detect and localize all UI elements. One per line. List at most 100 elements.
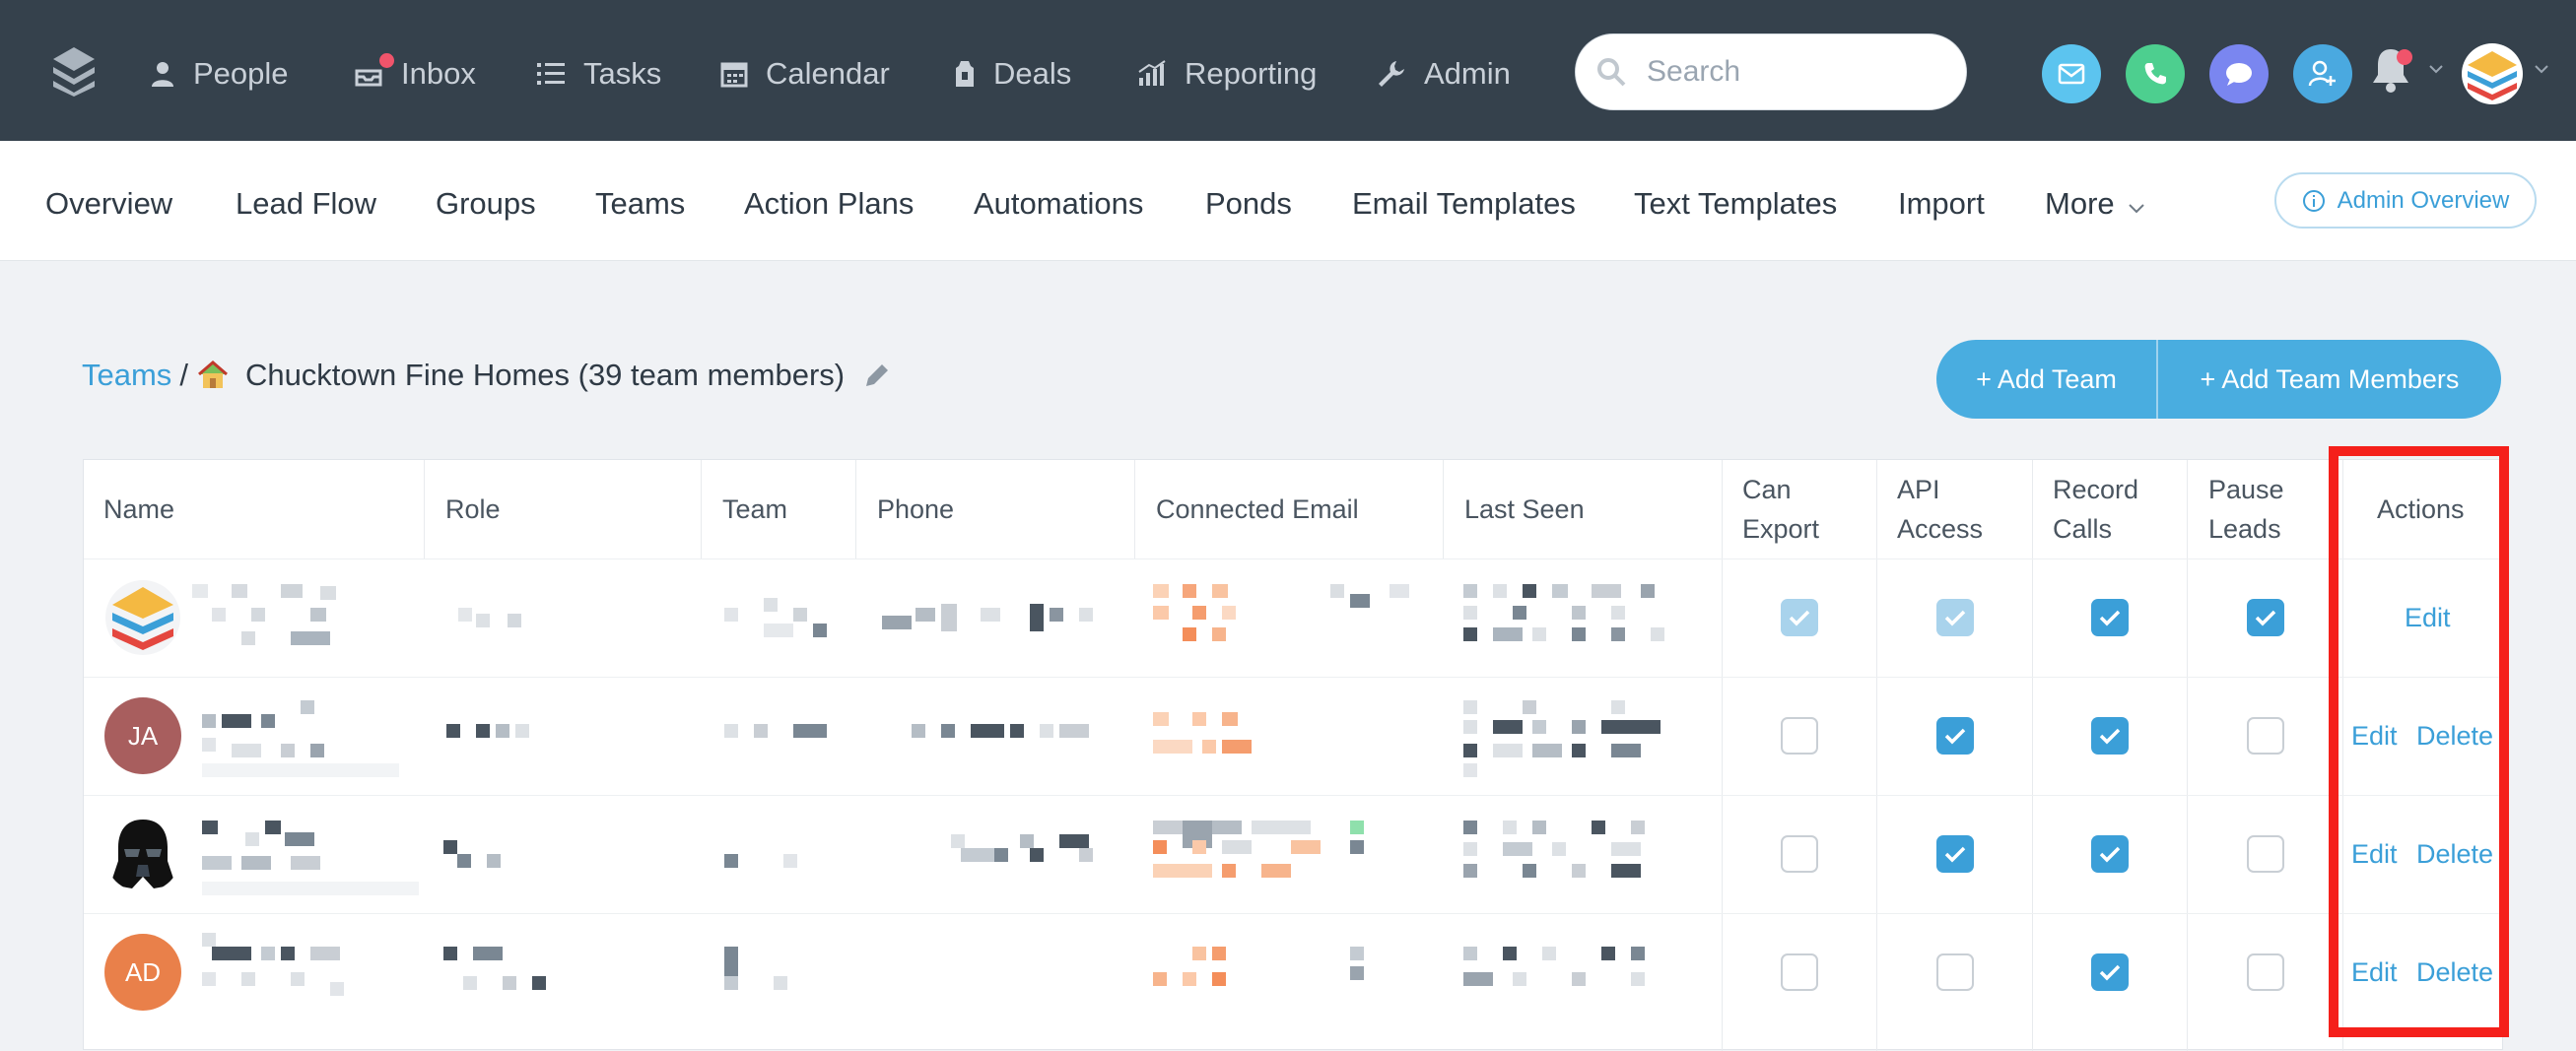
divider: [1134, 460, 1135, 558]
admin-overview-button[interactable]: Admin Overview: [2274, 172, 2537, 229]
nav-tasks[interactable]: Tasks: [536, 49, 661, 99]
edit-link[interactable]: Edit: [2351, 839, 2398, 870]
redacted-role: [446, 724, 529, 738]
delete-link[interactable]: Delete: [2416, 839, 2493, 870]
record-calls-checkbox[interactable]: [2091, 599, 2129, 636]
nav-reporting[interactable]: Reporting: [1137, 49, 1317, 99]
nav-people[interactable]: People: [150, 49, 289, 99]
subnav-text-templates[interactable]: Text Templates: [1634, 186, 1837, 222]
notifications-button[interactable]: [2369, 45, 2412, 99]
divider: [2187, 460, 2188, 1051]
app-logo-icon[interactable]: [51, 45, 97, 97]
record-calls-checkbox[interactable]: [2091, 953, 2129, 991]
phone-icon: [2144, 63, 2166, 85]
column-header-phone[interactable]: Phone: [877, 460, 954, 558]
subnav-automations[interactable]: Automations: [974, 186, 1143, 222]
redacted-email: [1153, 584, 1409, 641]
nav-inbox-label: Inbox: [401, 56, 476, 91]
divider: [424, 460, 425, 558]
edit-link[interactable]: Edit: [2351, 957, 2398, 988]
record-calls-checkbox[interactable]: [2091, 835, 2129, 873]
nav-inbox[interactable]: Inbox: [354, 49, 476, 99]
subnav-overview[interactable]: Overview: [45, 186, 172, 222]
can-export-checkbox[interactable]: [1781, 717, 1818, 755]
avatar: [104, 816, 181, 892]
chat-bubble-icon: [2226, 63, 2252, 86]
api-access-checkbox[interactable]: [1936, 953, 1974, 991]
column-header-team[interactable]: Team: [722, 460, 787, 558]
pause-leads-checkbox[interactable]: [2247, 953, 2284, 991]
pause-leads-checkbox[interactable]: [2247, 717, 2284, 755]
checkmark-icon: [1944, 610, 1966, 626]
envelope-icon: [2058, 63, 2085, 85]
redacted-role: [443, 947, 546, 990]
chevron-down-icon: [2129, 204, 2144, 214]
pause-leads-checkbox[interactable]: [2247, 599, 2284, 636]
api-access-checkbox[interactable]: [1936, 835, 1974, 873]
nav-people-label: People: [193, 56, 289, 91]
subnav-more[interactable]: More: [2045, 186, 2144, 222]
subnav-ponds[interactable]: Ponds: [1205, 186, 1292, 222]
chevron-down-icon[interactable]: [2429, 65, 2443, 75]
redacted-team: [724, 854, 797, 868]
column-header-connected-email[interactable]: Connected Email: [1156, 460, 1359, 558]
api-access-checkbox[interactable]: [1936, 717, 1974, 755]
breadcrumb-teams-link[interactable]: Teams: [82, 358, 171, 393]
team-action-buttons: + Add Team + Add Team Members: [1936, 340, 2501, 419]
column-header-api-access[interactable]: API Access: [1897, 460, 1983, 558]
redacted-email: [1153, 821, 1364, 878]
chevron-down-icon[interactable]: [2535, 65, 2548, 75]
admin-overview-label: Admin Overview: [2337, 186, 2510, 214]
text-message-button[interactable]: [2209, 44, 2269, 103]
pencil-edit-icon[interactable]: [862, 361, 892, 390]
nav-admin[interactable]: Admin: [1377, 49, 1511, 99]
person-icon: [152, 62, 173, 87]
redacted-email: [1153, 712, 1252, 754]
subnav-teams[interactable]: Teams: [595, 186, 685, 222]
nav-deals[interactable]: Deals: [954, 49, 1071, 99]
header-line: Calls: [2053, 514, 2113, 544]
redacted-team: [724, 947, 787, 990]
delete-link[interactable]: Delete: [2416, 957, 2493, 988]
column-header-role[interactable]: Role: [445, 460, 501, 558]
redacted-team: [724, 724, 827, 738]
column-header-pause-leads[interactable]: Pause Leads: [2208, 460, 2284, 558]
add-person-button[interactable]: [2293, 44, 2352, 103]
redacted-last-seen: [1463, 700, 1661, 777]
redacted-name: [192, 584, 336, 645]
can-export-checkbox[interactable]: [1781, 953, 1818, 991]
header-line: Access: [1897, 514, 1984, 544]
subnav-import[interactable]: Import: [1898, 186, 1985, 222]
column-header-name[interactable]: Name: [103, 460, 174, 558]
checkmark-icon: [2099, 728, 2121, 745]
redacted-role: [458, 608, 521, 627]
call-button[interactable]: [2126, 44, 2185, 103]
subnav-lead-flow[interactable]: Lead Flow: [236, 186, 376, 222]
redacted-role: [443, 840, 501, 868]
search-input[interactable]: [1645, 54, 1944, 90]
add-team-button[interactable]: + Add Team: [1936, 340, 2158, 419]
subnav-groups[interactable]: Groups: [436, 186, 536, 222]
avatar: [104, 579, 181, 656]
record-calls-checkbox[interactable]: [2091, 717, 2129, 755]
nav-calendar[interactable]: Calendar: [720, 49, 890, 99]
email-button[interactable]: [2042, 44, 2101, 103]
edit-link[interactable]: Edit: [2351, 721, 2398, 752]
delete-link[interactable]: Delete: [2416, 721, 2493, 752]
column-header-last-seen[interactable]: Last Seen: [1464, 460, 1585, 558]
subnav-email-templates[interactable]: Email Templates: [1352, 186, 1576, 222]
notification-dot: [2397, 49, 2412, 65]
header-line: Export: [1742, 514, 1820, 544]
tasks-icon: [537, 63, 565, 85]
can-export-checkbox[interactable]: [1781, 835, 1818, 873]
divider: [2032, 460, 2033, 1051]
column-header-can-export[interactable]: Can Export: [1742, 460, 1819, 558]
user-avatar[interactable]: [2462, 43, 2523, 104]
subnav-action-plans[interactable]: Action Plans: [744, 186, 914, 222]
search-box[interactable]: [1575, 33, 1967, 110]
edit-link[interactable]: Edit: [2405, 603, 2451, 633]
nav-deals-label: Deals: [993, 56, 1072, 91]
pause-leads-checkbox[interactable]: [2247, 835, 2284, 873]
add-team-members-button[interactable]: + Add Team Members: [2158, 340, 2501, 419]
column-header-record-calls[interactable]: Record Calls: [2053, 460, 2138, 558]
